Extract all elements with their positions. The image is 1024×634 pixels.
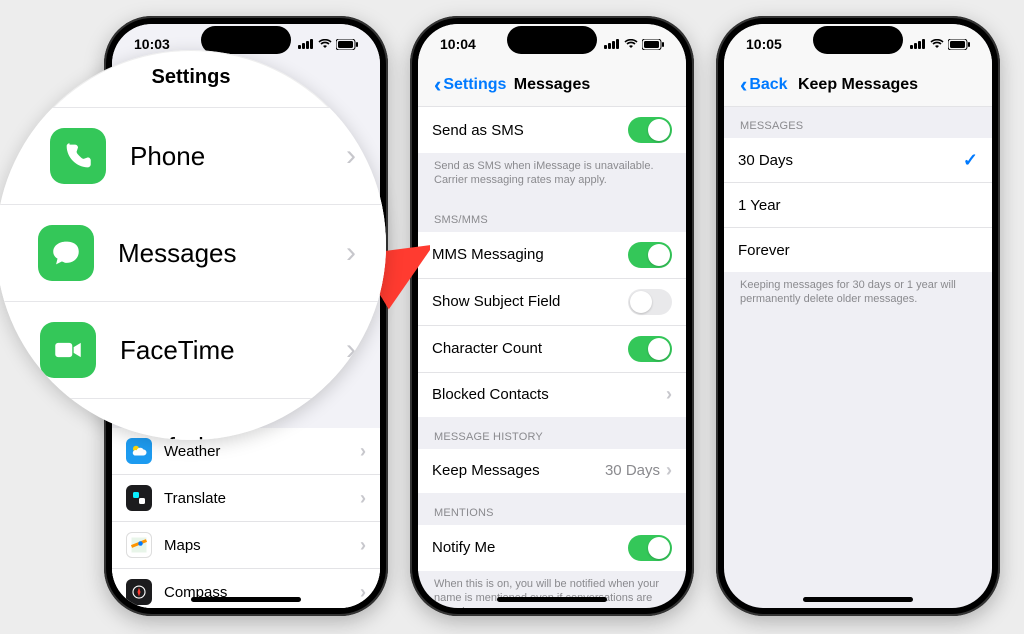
footer-note: When this is on, you will be notified wh… <box>418 571 686 608</box>
option-forever[interactable]: Forever <box>724 228 992 272</box>
chevron-right-icon: › <box>360 582 366 603</box>
send-as-sms-row: Send as SMS <box>418 107 686 153</box>
mms-messaging-row: MMS Messaging <box>418 232 686 279</box>
settings-row-label: Weather <box>164 443 220 460</box>
settings-compass-row[interactable]: Compass › <box>112 569 380 608</box>
compass-icon <box>126 579 152 605</box>
status-indicators <box>298 39 358 50</box>
chevron-right-icon: › <box>360 488 366 509</box>
section-header: MESSAGES <box>724 106 992 138</box>
status-time: 10:04 <box>440 36 476 52</box>
footer-note: Keeping messages for 30 days or 1 year w… <box>724 272 992 319</box>
facetime-icon <box>40 322 96 378</box>
row-label: 1 Year <box>738 197 781 214</box>
navbar: ‹ Back Keep Messages <box>724 64 992 107</box>
notify-me-row: Notify Me <box>418 525 686 571</box>
back-button[interactable]: ‹ Back <box>734 64 794 106</box>
settings-row-label: Messages <box>118 238 237 269</box>
row-label: Forever <box>738 242 790 259</box>
row-label: Notify Me <box>432 539 495 556</box>
blocked-contacts-row[interactable]: Blocked Contacts › <box>418 373 686 417</box>
section-header: SMS/MMS <box>418 200 686 232</box>
settings-translate-row[interactable]: Translate › <box>112 475 380 522</box>
option-30days[interactable]: 30 Days ✓ <box>724 138 992 183</box>
checkmark-icon: ✓ <box>963 150 978 171</box>
messages-settings-list[interactable]: Send as SMS Send as SMS when iMessage is… <box>418 106 686 608</box>
subject-toggle[interactable] <box>628 289 672 315</box>
chevron-right-icon: › <box>346 139 356 173</box>
chevron-right-icon: › <box>360 441 366 462</box>
back-label: Back <box>749 76 787 94</box>
row-label: 30 Days <box>738 152 793 169</box>
row-label: Show Subject Field <box>432 293 560 310</box>
weather-icon <box>126 438 152 464</box>
section-header: MESSAGE HISTORY <box>418 417 686 449</box>
chevron-right-icon: › <box>666 384 672 405</box>
status-indicators <box>910 39 970 50</box>
option-1year[interactable]: 1 Year <box>724 183 992 228</box>
chevron-left-icon: ‹ <box>434 72 441 98</box>
row-label: Send as SMS <box>432 122 524 139</box>
row-label: Keep Messages <box>432 462 540 479</box>
status-time: 10:05 <box>746 36 782 52</box>
settings-messages-row[interactable]: Messages › <box>0 205 386 302</box>
dynamic-island <box>507 26 597 54</box>
page-title: Messages <box>514 76 591 94</box>
settings-maps-row[interactable]: Maps › <box>112 522 380 569</box>
chevron-left-icon: ‹ <box>740 72 747 98</box>
settings-row-label: FaceTime <box>120 335 235 366</box>
status-indicators <box>604 39 664 50</box>
mms-toggle[interactable] <box>628 242 672 268</box>
magnifier-zoom: Settings Phone › Messages › FaceTime › <box>0 50 386 440</box>
navbar: ‹ Settings Messages <box>418 64 686 107</box>
phone-keep-messages: 10:05 ‹ Back Keep Messages MESSAGES <box>716 16 1000 616</box>
back-button[interactable]: ‹ Settings <box>428 64 512 106</box>
home-indicator <box>803 597 913 602</box>
phone-icon <box>50 128 106 184</box>
maps-icon <box>126 532 152 558</box>
settings-phone-row[interactable]: Phone › <box>0 108 386 205</box>
row-label: Blocked Contacts <box>432 386 549 403</box>
keep-messages-row[interactable]: Keep Messages 30 Days › <box>418 449 686 493</box>
charcount-toggle[interactable] <box>628 336 672 362</box>
keep-messages-list[interactable]: MESSAGES 30 Days ✓ 1 Year Forever Keepin… <box>724 106 992 608</box>
footer-note: Send as SMS when iMessage is unavailable… <box>418 153 686 200</box>
row-value: 30 Days <box>605 462 660 479</box>
home-indicator <box>497 597 607 602</box>
translate-icon <box>126 485 152 511</box>
home-indicator <box>191 597 301 602</box>
send-as-sms-toggle[interactable] <box>628 117 672 143</box>
page-title: Settings <box>0 50 386 107</box>
section-header: MENTIONS <box>418 493 686 525</box>
settings-row-label: Translate <box>164 490 226 507</box>
settings-row-label: Maps <box>164 537 201 554</box>
chevron-right-icon: › <box>360 535 366 556</box>
messages-icon <box>38 225 94 281</box>
page-title: Keep Messages <box>798 76 918 94</box>
phone-messages-settings: 10:04 ‹ Settings Messages Send as SMS <box>410 16 694 616</box>
row-label: MMS Messaging <box>432 246 544 263</box>
character-count-row: Character Count <box>418 326 686 373</box>
settings-row-label: Phone <box>130 141 205 172</box>
dynamic-island <box>813 26 903 54</box>
chevron-right-icon: › <box>666 460 672 481</box>
row-label: Character Count <box>432 340 542 357</box>
show-subject-row: Show Subject Field <box>418 279 686 326</box>
back-label: Settings <box>443 76 506 94</box>
notify-toggle[interactable] <box>628 535 672 561</box>
chevron-right-icon: › <box>346 236 356 270</box>
